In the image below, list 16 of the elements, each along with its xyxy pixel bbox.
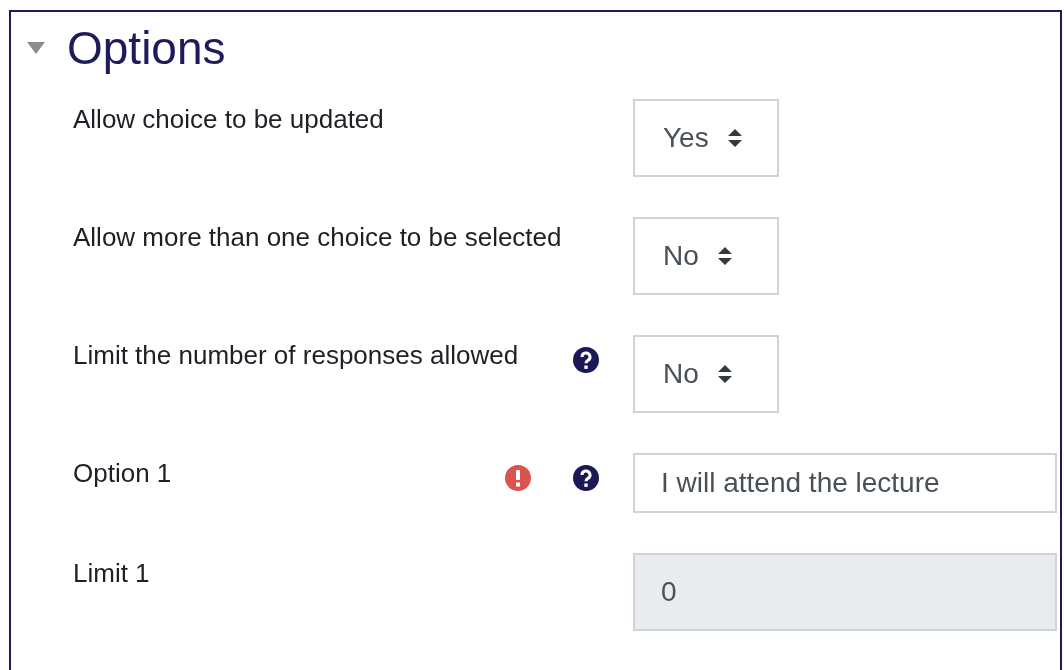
sort-arrows-icon bbox=[716, 247, 733, 265]
select-field[interactable]: No bbox=[633, 217, 779, 295]
field-label: Limit the number of responses allowed bbox=[73, 339, 520, 372]
text-field[interactable]: I will attend the lecture bbox=[633, 453, 1057, 513]
select-field[interactable]: No bbox=[633, 335, 779, 413]
field-label: Option 1 bbox=[73, 457, 173, 490]
sort-arrows-icon bbox=[726, 129, 743, 147]
sort-arrows-icon bbox=[716, 365, 733, 383]
field-label: Allow more than one choice to be selected bbox=[73, 221, 563, 254]
select-field[interactable]: Yes bbox=[633, 99, 779, 177]
field-label: Allow choice to be updated bbox=[73, 103, 385, 136]
error-icon bbox=[505, 465, 531, 491]
caret-icon[interactable] bbox=[27, 42, 45, 54]
field-label: Limit 1 bbox=[73, 557, 151, 590]
help-icon[interactable] bbox=[573, 347, 599, 373]
help-icon[interactable] bbox=[573, 465, 599, 491]
